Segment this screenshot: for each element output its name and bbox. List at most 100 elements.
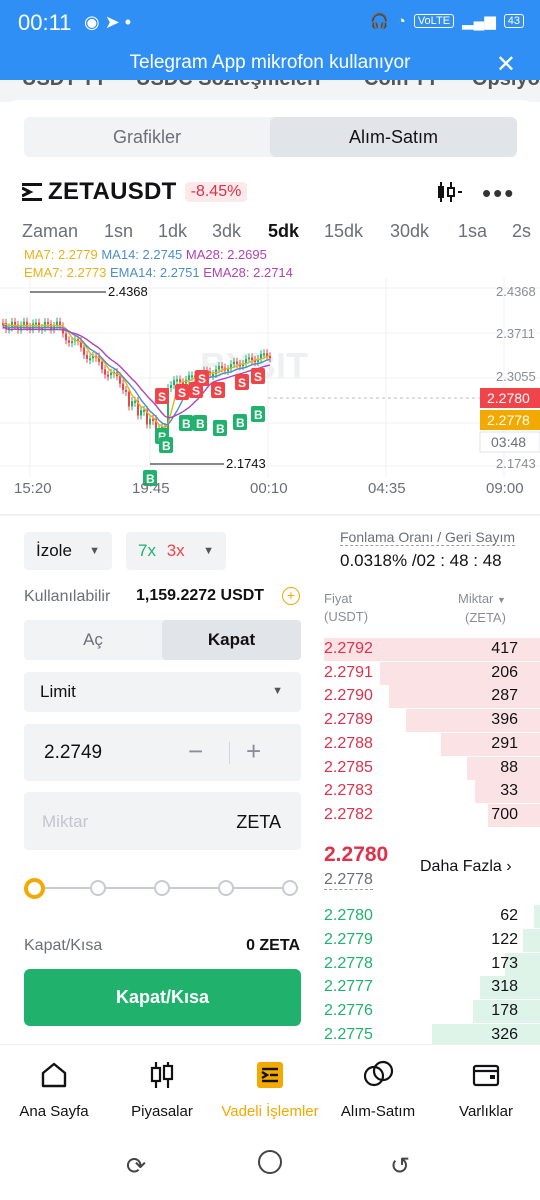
slider-step[interactable] <box>282 880 298 896</box>
ask-row[interactable]: 2.2785 88 <box>324 756 540 780</box>
symbol-name[interactable]: ZETAUSDT <box>48 178 177 206</box>
nav-assets[interactable]: Varlıklar <box>432 1045 540 1131</box>
trade-marker-label: B <box>162 439 171 453</box>
ask-row[interactable]: 2.2788 291 <box>324 732 540 756</box>
slider-step[interactable] <box>90 880 106 896</box>
close-short-button[interactable]: Kapat/Kısa <box>24 969 301 1026</box>
quantity-slider-thumb[interactable] <box>24 878 45 899</box>
divider <box>0 514 540 516</box>
orderbook-mark-price[interactable]: 2.2778 <box>324 871 373 890</box>
bid-row[interactable]: 2.2778 173 <box>324 952 540 976</box>
back-icon[interactable]: ↺ <box>390 1152 410 1181</box>
ask-row[interactable]: 2.2789 396 <box>324 709 540 733</box>
more-link-label: Daha Fazla <box>420 858 502 875</box>
recents-icon[interactable]: ⟳ <box>126 1152 146 1181</box>
chevron-down-icon: ▼ <box>203 545 214 557</box>
candle <box>233 361 235 365</box>
candle <box>191 375 193 378</box>
ask-qty: 291 <box>491 734 518 752</box>
home-icon <box>41 1062 67 1088</box>
nav-futures[interactable]: Vadeli İşlemler <box>216 1045 324 1131</box>
home-button-icon[interactable] <box>258 1150 282 1174</box>
more-icon[interactable]: ••• <box>482 178 515 209</box>
ask-price: 2.2788 <box>324 734 373 752</box>
slider-step[interactable] <box>218 880 234 896</box>
nav-label: Varlıklar <box>459 1103 513 1120</box>
ask-row[interactable]: 2.2790 287 <box>324 685 540 709</box>
candle <box>248 357 250 360</box>
plus-icon[interactable]: + <box>246 736 261 767</box>
category-tabs: USDT TT USDC Sözleşmeleri Coin TT Opsiyo… <box>0 80 540 102</box>
close-short-qty: 0 ZETA <box>246 937 300 954</box>
candle <box>83 347 85 355</box>
quantity-unit: ZETA <box>236 812 281 832</box>
tf-5m[interactable]: 5dk <box>268 221 299 242</box>
margin-mode-select[interactable]: İzole ▼ <box>24 532 112 570</box>
tf-1s[interactable]: 1sn <box>104 221 133 242</box>
ask-qty: 33 <box>500 782 518 800</box>
ask-row[interactable]: 2.2783 33 <box>324 780 540 804</box>
ask-qty: 287 <box>491 687 518 705</box>
add-funds-icon[interactable]: + <box>282 587 300 605</box>
candle <box>149 418 151 425</box>
ask-price: 2.2782 <box>324 805 373 823</box>
candle <box>14 321 16 325</box>
ask-row[interactable]: 2.2792 417 <box>324 638 540 661</box>
tf-1m[interactable]: 1dk <box>158 221 187 242</box>
candlestick-chart[interactable]: BYBIT 2.4368 2.1743 SSSSSSSBBBBBBBB 2.43… <box>0 278 540 508</box>
nav-home[interactable]: Ana Sayfa <box>0 1045 108 1131</box>
ma7-value: MA7: 2.2779 <box>24 247 98 262</box>
tf-3m[interactable]: 3dk <box>212 221 241 242</box>
mark-price-label: 2.2778 <box>487 412 530 428</box>
bid-row[interactable]: 2.2780 62 <box>324 905 540 928</box>
tf-time[interactable]: Zaman <box>22 221 78 242</box>
tab-close[interactable]: Kapat <box>162 620 301 660</box>
close-icon[interactable]: ✕ <box>496 50 516 79</box>
nav-spot[interactable]: Alım-Satım <box>324 1045 432 1131</box>
bid-row[interactable]: 2.2777 318 <box>324 976 540 1000</box>
open-close-switch: Aç Kapat <box>24 620 301 660</box>
bid-row[interactable]: 2.2776 178 <box>324 1000 540 1024</box>
system-nav-bar: ⟳ ↺ <box>0 1130 540 1200</box>
tab-usdt-perp[interactable]: USDT TT <box>22 80 106 91</box>
header-price: Fiyat <box>324 591 353 606</box>
nav-markets[interactable]: Piyasalar <box>108 1045 216 1131</box>
tf-1h[interactable]: 1sa <box>458 221 487 242</box>
quantity-field[interactable]: Miktar ZETA <box>24 792 301 850</box>
candle <box>110 372 112 376</box>
ask-row[interactable]: 2.2791 206 <box>324 661 540 685</box>
leverage-select[interactable]: 7x 3x ▼ <box>126 532 226 570</box>
bid-row[interactable]: 2.2779 122 <box>324 928 540 952</box>
trade-marker-label: B <box>182 417 191 431</box>
tab-open[interactable]: Aç <box>24 620 162 660</box>
tab-trade[interactable]: Alım-Satım <box>270 117 517 157</box>
tf-2h[interactable]: 2s <box>512 221 531 242</box>
orderbook-qty-header[interactable]: Miktar ▼ (ZETA) <box>458 590 506 627</box>
price-tick: 2.1743 <box>496 456 536 471</box>
minus-icon[interactable]: − <box>188 736 203 767</box>
indicator-icon[interactable] <box>436 180 462 204</box>
quantity-placeholder[interactable]: Miktar <box>42 812 88 832</box>
bottom-nav: Ana Sayfa Piyasalar Vadeli İşlemler Alım… <box>0 1044 540 1130</box>
menu-icon[interactable] <box>22 183 42 201</box>
price-input-value[interactable]: 2.2749 <box>44 742 102 764</box>
price-field[interactable]: 2.2749 − + <box>24 724 301 781</box>
tf-30m[interactable]: 30dk <box>390 221 429 242</box>
tab-usdc[interactable]: USDC Sözleşmeleri <box>136 80 321 91</box>
mic-usage-banner[interactable]: Telegram App mikrofon kullanıyor <box>0 52 540 74</box>
symbol-header[interactable]: ZETAUSDT -8.45% <box>22 178 248 206</box>
tab-options[interactable]: Opsiyon <box>472 80 540 91</box>
ask-row[interactable]: 2.2782 700 <box>324 803 540 827</box>
tab-coin[interactable]: Coin TT <box>364 80 438 91</box>
order-type-select[interactable]: Limit ▼ <box>24 672 301 712</box>
tab-charts[interactable]: Grafikler <box>24 117 270 157</box>
candle <box>152 418 154 421</box>
chevron-down-icon: ▼ <box>272 685 283 697</box>
ask-qty: 396 <box>491 711 518 729</box>
tf-15m[interactable]: 15dk <box>324 221 363 242</box>
status-bar: 00:11 ◉ ➤ • 🎧 ◔ VoLTE ▂▄▆ 43 Telegram Ap… <box>0 0 540 80</box>
timeframe-bar: Zaman 1sn 1dk 3dk 5dk 15dk 30dk 1sa 2s <box>22 221 540 243</box>
slider-step[interactable] <box>154 880 170 896</box>
funding-rate-label[interactable]: Fonlama Oranı / Geri Sayım <box>340 529 516 546</box>
more-link[interactable]: Daha Fazla › <box>420 858 512 876</box>
